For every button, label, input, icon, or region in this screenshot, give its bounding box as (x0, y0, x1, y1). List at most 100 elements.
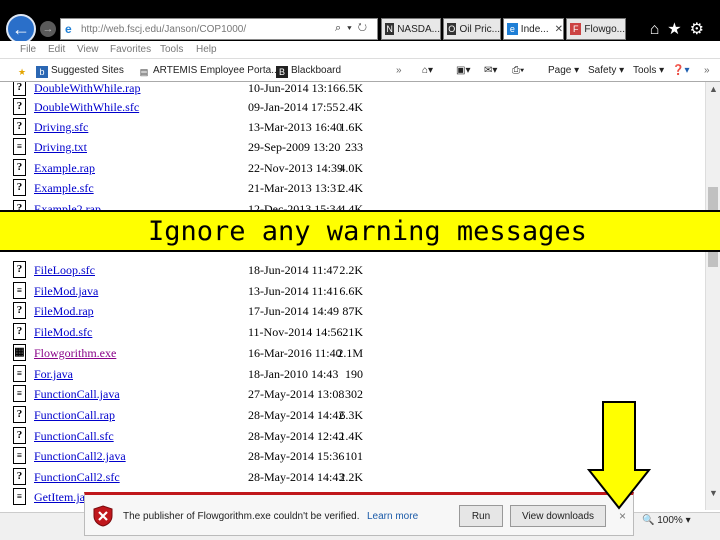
mail-icon[interactable]: ✉▾ (484, 65, 497, 76)
file-link[interactable]: FileLoop.sfc (34, 263, 95, 278)
browser-titlebar: ← → e http://web.fscj.edu/Janson/COP1000… (0, 0, 720, 44)
search-icon[interactable]: ⌕▾↻ (335, 22, 373, 35)
down-arrow-icon (587, 401, 651, 510)
menu-favorites[interactable]: Favorites (110, 44, 151, 55)
file-link[interactable]: FileMod.sfc (34, 325, 92, 340)
file-row: ? FunctionCall.rap 28-May-2014 14:42 6.3K (8, 405, 388, 425)
back-button[interactable]: ← (6, 14, 36, 44)
menu-file[interactable]: File (20, 44, 36, 55)
menu-help[interactable]: Help (196, 44, 217, 55)
help-icon[interactable]: ❓▾ (672, 65, 689, 76)
file-link[interactable]: Flowgorithm.exe (34, 346, 116, 361)
file-date: 18-Jun-2014 11:47 (248, 263, 339, 277)
file-row: ≡ FunctionCall2.java 28-May-2014 15:36 101 (8, 446, 388, 466)
learn-more-link[interactable]: Learn more (367, 511, 418, 522)
file-row: ? FunctionCall.sfc 28-May-2014 12:42 1.4K (8, 426, 388, 446)
file-link[interactable]: FunctionCall.sfc (34, 429, 114, 444)
forward-button[interactable]: → (40, 21, 56, 37)
file-date: 28-May-2014 14:43 (248, 470, 345, 484)
vertical-scrollbar[interactable]: ▲ ▼ (705, 82, 720, 510)
close-icon[interactable]: × (619, 509, 626, 523)
file-date: 21-Mar-2013 13:31 (248, 181, 343, 195)
file-date: 22-Nov-2013 14:39 (248, 161, 343, 175)
file-row: ≡ For.java 18-Jan-2010 14:43 190 (8, 364, 388, 384)
file-link[interactable]: FunctionCall.rap (34, 408, 115, 423)
unknown-file-icon: ? (13, 179, 26, 196)
warning-shield-icon (93, 505, 113, 527)
text-file-icon: ≡ (13, 282, 26, 299)
chevron-icon[interactable]: » (704, 65, 710, 76)
menu-view[interactable]: View (77, 44, 99, 55)
unknown-file-icon: ? (13, 82, 26, 96)
back-arrow-icon: ← (12, 18, 30, 39)
file-row: ? FileMod.sfc 11-Nov-2014 14:56 21K (8, 322, 388, 342)
file-link[interactable]: Driving.txt (34, 140, 87, 155)
blackboard-icon: B (276, 66, 288, 78)
tab-index[interactable]: e Inde... ✕ (503, 18, 564, 40)
file-link[interactable]: DoubleWithWhile.rap (34, 82, 140, 96)
suggested-sites-icon: b (36, 66, 48, 78)
unknown-file-icon: ? (13, 98, 26, 115)
text-file-icon: ≡ (13, 138, 26, 155)
file-link[interactable]: FunctionCall2.java (34, 449, 126, 464)
home-icon[interactable]: ⌂▾ (422, 65, 433, 76)
feeds-icon[interactable]: ▣▾ (456, 65, 470, 76)
file-link[interactable]: For.java (34, 367, 73, 382)
file-link[interactable]: FunctionCall.java (34, 387, 120, 402)
favorite-artemis[interactable]: ▤ ARTEMIS Employee Porta... (138, 65, 280, 78)
text-file-icon: ≡ (13, 488, 26, 505)
file-row: ? Driving.sfc 13-Mar-2013 16:40 1.6K (8, 117, 388, 137)
menu-tools[interactable]: Tools (160, 44, 183, 55)
unknown-file-icon: ? (13, 302, 26, 319)
run-button[interactable]: Run (459, 505, 503, 527)
file-date: 28-May-2014 14:42 (248, 408, 345, 422)
file-date: 11-Nov-2014 14:56 (248, 325, 343, 339)
text-file-icon: ≡ (13, 447, 26, 464)
tools-menu[interactable]: Tools ▾ (633, 65, 664, 76)
tab-nasdaq[interactable]: N NASDA... (381, 18, 441, 40)
text-file-icon: ≡ (13, 365, 26, 382)
file-date: 16-Mar-2016 11:40 (248, 346, 342, 360)
file-row: ? FunctionCall2.sfc 28-May-2014 14:43 2.2K (8, 467, 388, 487)
ie-icon: e (65, 22, 72, 36)
home-favorites-settings-icons[interactable]: ⌂★⚙ (650, 19, 712, 39)
file-link[interactable]: FunctionCall2.sfc (34, 470, 120, 485)
address-bar[interactable]: e http://web.fscj.edu/Janson/COP1000/ ⌕▾… (60, 18, 378, 40)
scroll-down-icon[interactable]: ▼ (709, 488, 718, 498)
unknown-file-icon: ? (13, 323, 26, 340)
screen: ← → e http://web.fscj.edu/Janson/COP1000… (0, 0, 720, 540)
unknown-file-icon: ? (13, 468, 26, 485)
tab-close-icon[interactable]: ✕ (555, 24, 563, 35)
notification-message: The publisher of Flowgorithm.exe couldn'… (123, 511, 360, 522)
download-notification-bar: The publisher of Flowgorithm.exe couldn'… (84, 492, 634, 536)
tab-oil-price[interactable]: O Oil Pric... (443, 18, 501, 40)
menu-edit[interactable]: Edit (48, 44, 65, 55)
file-date: 29-Sep-2009 13:20 (248, 140, 341, 154)
file-date: 17-Jun-2014 14:49 (248, 304, 339, 318)
file-link[interactable]: FileMod.java (34, 284, 98, 299)
print-icon[interactable]: ⎙▾ (512, 65, 524, 76)
chevron-icon[interactable]: » (396, 65, 402, 76)
file-date: 10-Jun-2014 13:16 (248, 82, 339, 95)
zoom-indicator[interactable]: 🔍 100% ▾ (642, 515, 691, 526)
favorite-suggested-sites[interactable]: b Suggested Sites (36, 65, 124, 78)
unknown-file-icon: ? (13, 118, 26, 135)
file-link[interactable]: Example.rap (34, 161, 95, 176)
scroll-up-icon[interactable]: ▲ (709, 84, 718, 94)
file-row: ? FileLoop.sfc 18-Jun-2014 11:47 2.2K (8, 260, 388, 280)
add-favorite-icon[interactable]: ★ (16, 65, 31, 78)
file-link[interactable]: FileMod.rap (34, 304, 94, 319)
safety-menu[interactable]: Safety ▾ (588, 65, 624, 76)
executable-file-icon: ▦ (13, 344, 26, 361)
page-menu[interactable]: Page ▾ (548, 65, 579, 76)
tab-label: Oil Pric... (459, 23, 500, 35)
tab-flowgorithm[interactable]: F Flowgo... (566, 18, 626, 40)
favorite-blackboard[interactable]: B Blackboard (276, 65, 341, 78)
file-link[interactable]: DoubleWithWhile.sfc (34, 100, 139, 115)
tab-favicon-icon: F (570, 23, 582, 35)
file-link[interactable]: Example.sfc (34, 181, 94, 196)
unknown-file-icon: ? (13, 427, 26, 444)
tab-favicon-icon: N (385, 23, 395, 35)
file-link[interactable]: Driving.sfc (34, 120, 88, 135)
menu-bar: File Edit View Favorites Tools Help (0, 41, 720, 59)
